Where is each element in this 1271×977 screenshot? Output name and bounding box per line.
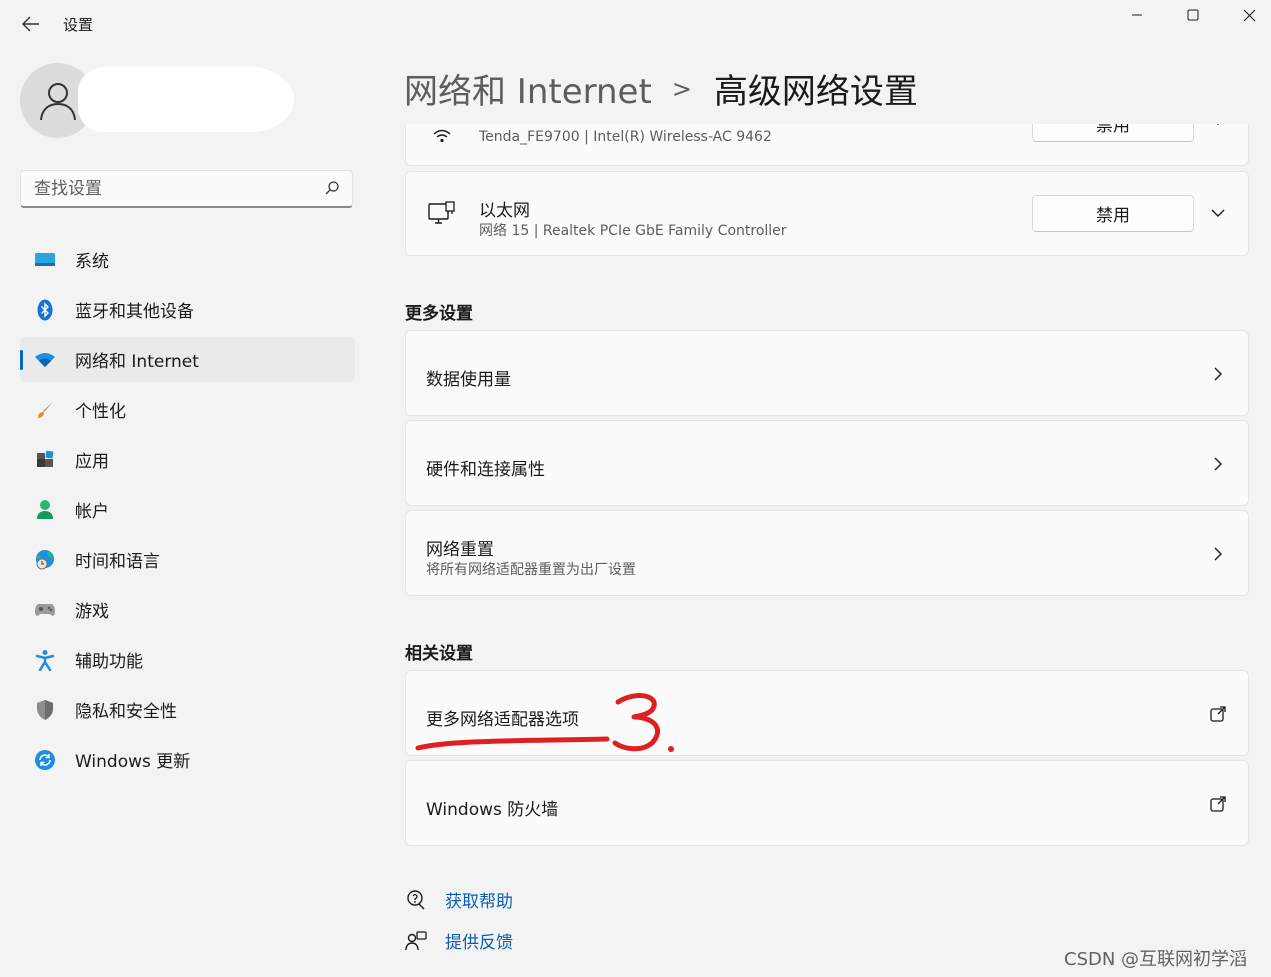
sidebar-item-privacy[interactable]: 隐私和安全性 [20, 687, 355, 732]
close-button[interactable] [1226, 0, 1271, 30]
breadcrumb: 网络和 Internet > 高级网络设置 [404, 64, 918, 113]
adapter-detail: 网络 15 | Realtek PCIe GbE Family Controll… [479, 223, 787, 239]
feedback-icon [405, 930, 427, 950]
sidebar-item-label: 游戏 [75, 602, 109, 622]
sidebar-item-time-language[interactable]: 时间和语言 [20, 537, 355, 582]
adapter-detail: Tenda_FE9700 | Intel(R) Wireless-AC 9462 [479, 129, 772, 145]
disable-button[interactable]: 禁用 [1032, 124, 1194, 142]
feedback-link[interactable]: 提供反馈 [445, 928, 513, 953]
watermark: CSDN @互联网初学滔 [1064, 949, 1248, 970]
row-network-reset[interactable]: 网络重置 将所有网络适配器重置为出厂设置 [405, 510, 1249, 596]
sidebar-item-accounts[interactable]: 帐户 [20, 487, 355, 532]
search-icon [325, 181, 339, 195]
sidebar-item-system[interactable]: 系统 [20, 237, 355, 282]
adapter-card-wifi[interactable]: Tenda_FE9700 | Intel(R) Wireless-AC 9462… [405, 124, 1249, 166]
sidebar-item-windows-update[interactable]: Windows 更新 [20, 737, 355, 782]
row-windows-firewall[interactable]: Windows 防火墙 [405, 760, 1249, 846]
chevron-down-icon[interactable] [1210, 205, 1226, 221]
search-input[interactable] [21, 171, 326, 207]
breadcrumb-parent[interactable]: 网络和 Internet [404, 64, 652, 113]
row-label: Windows 防火墙 [426, 800, 559, 820]
row-hardware-properties[interactable]: 硬件和连接属性 [405, 420, 1249, 506]
back-button[interactable] [16, 10, 46, 38]
sidebar-item-label: 隐私和安全性 [75, 702, 177, 722]
sidebar-item-accessibility[interactable]: 辅助功能 [20, 637, 355, 682]
back-arrow-icon [22, 16, 39, 32]
sidebar-item-network[interactable]: 网络和 Internet [20, 337, 355, 382]
monitor-icon [34, 249, 56, 271]
sidebar-item-label: 应用 [75, 452, 109, 472]
chevron-right-icon [1214, 367, 1222, 381]
chevron-down-icon[interactable] [1210, 124, 1226, 129]
sidebar-item-apps[interactable]: 应用 [20, 437, 355, 482]
close-icon [1243, 9, 1255, 21]
breadcrumb-separator: > [671, 74, 692, 103]
adapter-card-ethernet[interactable]: 以太网 网络 15 | Realtek PCIe GbE Family Cont… [405, 171, 1249, 256]
minimize-button[interactable] [1114, 0, 1160, 30]
sidebar-item-label: 蓝牙和其他设备 [75, 302, 194, 322]
external-link-icon [1210, 706, 1226, 722]
globe-clock-icon [34, 549, 56, 571]
account-icon [34, 499, 56, 521]
chevron-right-icon [1214, 547, 1222, 561]
accessibility-icon [34, 649, 56, 671]
sidebar-nav: 系统 蓝牙和其他设备 网络和 Internet 个性化 应用 帐户 时间和语言 … [20, 237, 355, 787]
row-data-usage[interactable]: 数据使用量 [405, 330, 1249, 416]
row-label: 数据使用量 [426, 370, 511, 390]
content-area: Tenda_FE9700 | Intel(R) Wireless-AC 9462… [405, 124, 1251, 977]
external-link-icon [1210, 796, 1226, 812]
page-title: 高级网络设置 [713, 72, 918, 112]
adapter-name: 以太网 [479, 201, 530, 221]
get-help-link[interactable]: 获取帮助 [445, 887, 513, 912]
sidebar-item-label: 系统 [75, 252, 109, 272]
row-label: 硬件和连接属性 [426, 460, 545, 480]
update-icon [34, 749, 56, 771]
bluetooth-icon [34, 299, 56, 321]
section-title-more-settings: 更多设置 [405, 304, 473, 324]
search-box[interactable] [20, 170, 353, 208]
maximize-icon [1187, 9, 1199, 21]
redacted-account-name [78, 66, 294, 132]
apps-icon [34, 449, 56, 471]
row-sublabel: 将所有网络适配器重置为出厂设置 [426, 562, 636, 578]
app-title: 设置 [63, 16, 94, 34]
wifi-icon [426, 124, 458, 153]
person-icon [39, 82, 76, 120]
sidebar-item-label: 时间和语言 [75, 552, 160, 572]
sidebar-item-label: 辅助功能 [75, 652, 143, 672]
gamepad-icon [34, 599, 56, 621]
sidebar-item-label: 个性化 [75, 402, 126, 422]
row-label: 网络重置 [426, 540, 494, 560]
sidebar-item-label: 帐户 [75, 502, 109, 522]
wifi-icon [34, 349, 56, 371]
section-title-related-settings: 相关设置 [405, 644, 473, 664]
chevron-right-icon [1214, 457, 1222, 471]
get-help-row[interactable]: 获取帮助 [405, 887, 513, 912]
sidebar-item-personalization[interactable]: 个性化 [20, 387, 355, 432]
sidebar-item-bluetooth[interactable]: 蓝牙和其他设备 [20, 287, 355, 332]
sidebar-item-gaming[interactable]: 游戏 [20, 587, 355, 632]
red-annotation [415, 693, 674, 752]
maximize-button[interactable] [1170, 0, 1216, 30]
feedback-row[interactable]: 提供反馈 [405, 928, 513, 953]
sidebar-item-label: 网络和 Internet [75, 352, 199, 372]
minimize-icon [1132, 14, 1142, 16]
ethernet-icon [426, 198, 458, 230]
sidebar-item-label: Windows 更新 [75, 752, 191, 772]
brush-icon [34, 399, 56, 421]
disable-button[interactable]: 禁用 [1032, 195, 1194, 232]
help-chat-icon [407, 889, 425, 909]
shield-icon [34, 699, 56, 721]
